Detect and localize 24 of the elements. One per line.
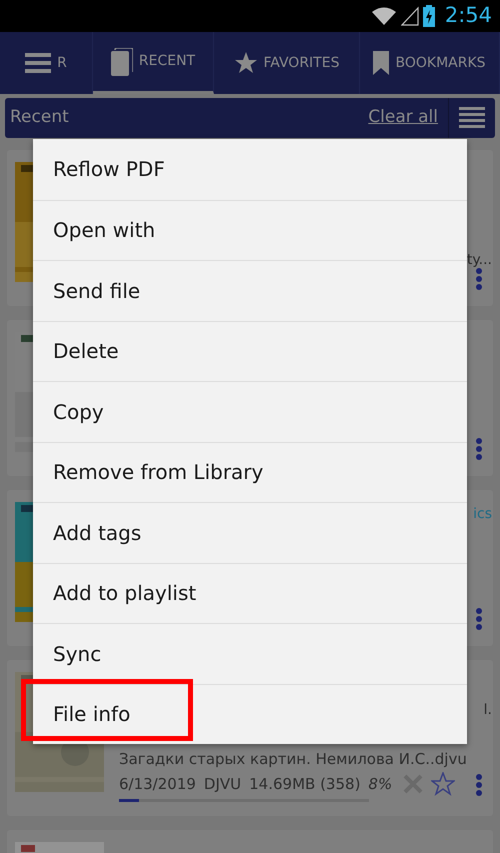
tab[interactable]: FAVORITES [214, 32, 360, 94]
file-meta-text: 6/13/2019 [119, 774, 196, 795]
tab[interactable]: RECENT [93, 32, 214, 94]
file-meta-text: 14.69MB (358) [249, 774, 360, 795]
menu-item[interactable]: Open with [33, 200, 467, 260]
tab[interactable]: R [0, 32, 93, 94]
book-title: ty... [466, 251, 492, 270]
menu-item[interactable]: Send file [33, 260, 467, 320]
file-meta-text: DJVU [204, 774, 242, 795]
menu-item[interactable]: File info [33, 684, 467, 744]
menu-item[interactable]: Copy [33, 381, 467, 442]
menu-item[interactable]: Reflow PDF [33, 139, 467, 200]
menu-item[interactable]: Sync [33, 623, 467, 684]
section-title: Recent [9, 106, 70, 130]
file-meta-text: 8% [368, 774, 392, 795]
tab[interactable]: BOOKMARKS [360, 32, 500, 94]
menu-item[interactable]: Delete [33, 320, 467, 381]
book-title: l. [484, 701, 492, 720]
menu-item[interactable]: Remove from Library [33, 442, 467, 502]
clear-all-link[interactable]: Clear all [368, 105, 438, 131]
file-name: Загадки старых картин. Немилова И.С..djvu [119, 749, 467, 770]
menu-item[interactable]: Add to playlist [33, 562, 467, 623]
menu-item[interactable]: Add tags [33, 502, 467, 562]
clock-time: 2:54 [444, 2, 492, 30]
